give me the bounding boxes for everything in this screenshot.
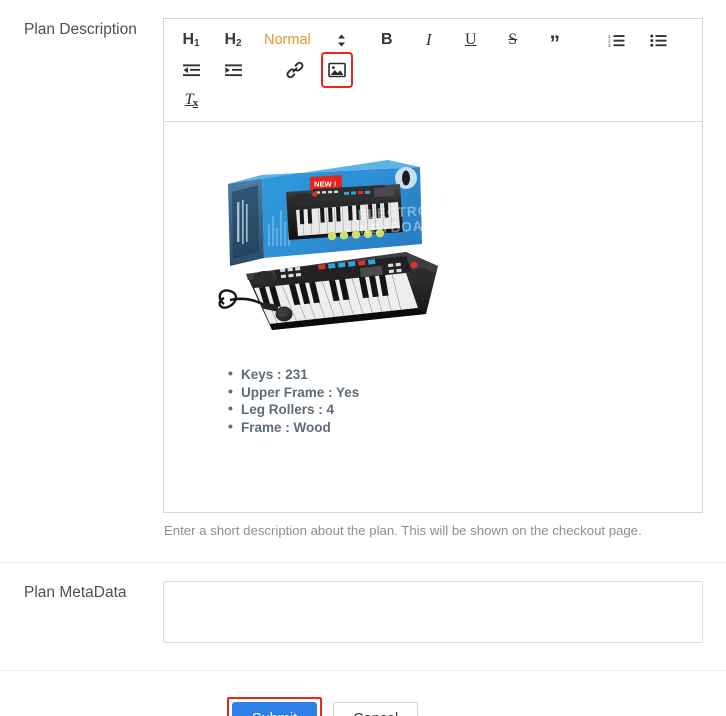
ordered-list-icon[interactable]: 1 2 3 <box>604 25 630 55</box>
row-spacer <box>0 648 726 670</box>
outdent-icon[interactable] <box>178 55 204 85</box>
editor-content-area[interactable]: NEW ! ELECTRONIC KEYBOARD • Keys: 231 •… <box>164 122 702 512</box>
product-image: NEW ! ELECTRONIC KEYBOARD <box>210 148 456 338</box>
plan-metadata-row: Plan MetaData <box>0 563 726 648</box>
header-2-number: 2 <box>236 37 242 49</box>
indent-icon[interactable] <box>220 55 246 85</box>
submit-button[interactable]: Submit <box>232 702 318 716</box>
blockquote-icon[interactable]: ” <box>542 25 568 55</box>
cancel-button[interactable]: Cancel <box>333 702 419 716</box>
plan-metadata-label: Plan MetaData <box>24 584 127 601</box>
plan-metadata-control <box>163 563 726 648</box>
link-icon[interactable] <box>282 55 308 85</box>
header-1-number: 1 <box>194 37 200 49</box>
row-spacer <box>0 540 726 562</box>
plan-description-row: Plan Description H1 H2 Normal B I U S ” … <box>0 0 726 540</box>
svg-text:3: 3 <box>608 43 611 48</box>
plan-description-label: Plan Description <box>24 21 137 38</box>
image-icon[interactable] <box>321 52 353 88</box>
strikethrough-icon[interactable]: S <box>500 25 526 55</box>
list-item: Upper Frame : Yes <box>228 383 682 402</box>
bold-icon[interactable]: B <box>374 25 400 55</box>
header-1-icon[interactable]: H1 <box>178 25 204 55</box>
clear-formatting-icon[interactable]: Tx <box>179 85 205 115</box>
list-item: Leg Rollers : 4 <box>228 400 682 419</box>
format-picker[interactable]: Normal <box>264 25 346 55</box>
editor-toolbar-row-2: Tx <box>178 85 694 115</box>
rich-text-editor: H1 H2 Normal B I U S ” 1 2 3 T x NEW ! E… <box>163 18 703 513</box>
product-box: NEW ! ELECTRONIC KEYBOARD <box>228 160 456 266</box>
italic-icon[interactable]: I <box>416 25 442 55</box>
plan-description-control: H1 H2 Normal B I U S ” 1 2 3 T x NEW ! E… <box>163 0 726 540</box>
clear-formatting-x: x <box>192 97 199 109</box>
format-picker-label: Normal <box>264 32 311 48</box>
header-2-letter: H <box>224 31 236 48</box>
chevron-updown-icon <box>337 34 346 47</box>
list-item: Keys : 231 <box>228 365 682 384</box>
svg-text:NEW !: NEW ! <box>314 180 336 189</box>
plan-description-help: Enter a short description about the plan… <box>164 523 642 538</box>
plan-form-page: Plan Description H1 H2 Normal B I U S ” … <box>0 0 726 716</box>
editor-toolbar: H1 H2 Normal B I U S ” 1 2 3 T x <box>164 19 702 122</box>
header-1-letter: H <box>182 31 194 48</box>
underline-icon[interactable]: U <box>458 25 484 55</box>
keyboard-unit <box>246 252 438 330</box>
list-item: Frame : Wood <box>228 418 682 437</box>
form-actions: Submit Cancel <box>0 671 726 716</box>
plan-metadata-input[interactable] <box>163 581 703 643</box>
header-2-icon[interactable]: H2 <box>220 25 246 55</box>
bullet-list-icon[interactable] <box>646 25 672 55</box>
product-spec-list: Keys : 231 Upper Frame : Yes Leg Rollers… <box>228 365 682 437</box>
submit-highlight-box: Submit <box>227 697 323 716</box>
